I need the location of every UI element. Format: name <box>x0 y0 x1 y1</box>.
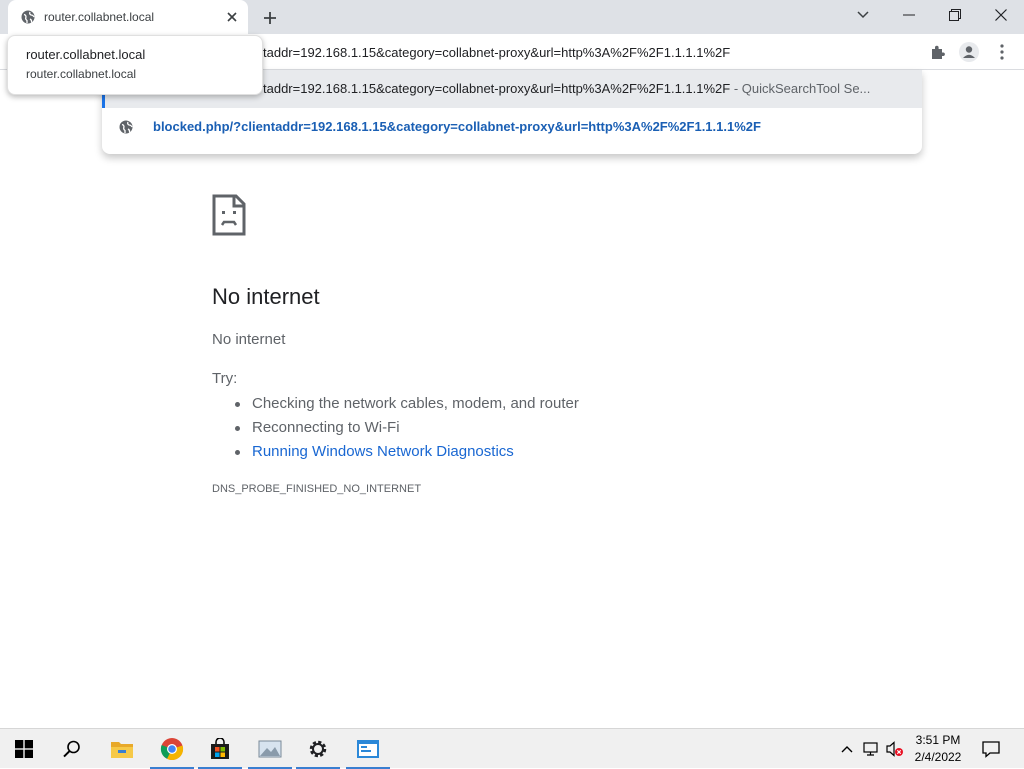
taskbar: 3:51 PM 2/4/2022 <box>0 728 1024 769</box>
taskbar-clock[interactable]: 3:51 PM 2/4/2022 <box>906 732 970 766</box>
list-item: Reconnecting to Wi-Fi <box>212 416 579 440</box>
store-button[interactable] <box>196 729 244 769</box>
omnibox-input[interactable]: tadd​r=192.168.1.15&category=collabnet-p… <box>263 45 730 60</box>
error-code: DNS_PROBE_FINISHED_NO_INTERNET <box>212 483 422 495</box>
store-icon <box>211 738 229 759</box>
suggestion-separator: - <box>730 81 742 96</box>
error-subtitle: No internet <box>212 331 286 348</box>
search-icon <box>63 740 80 758</box>
extensions-button[interactable] <box>927 41 949 63</box>
restore-button[interactable] <box>932 0 978 30</box>
chrome-taskbar-button[interactable] <box>148 729 196 769</box>
chrome-icon <box>160 738 184 761</box>
profile-button[interactable] <box>958 41 980 63</box>
restore-icon <box>949 9 961 21</box>
file-explorer-icon <box>111 742 133 758</box>
error-page: No internet No internet Try: Checking th… <box>0 71 1024 728</box>
hover-card-url: router.collabnet.local <box>26 67 137 81</box>
suggestion-text: blocked.php/?clientaddr=192.168.1.15&cat… <box>153 119 761 134</box>
image-viewer-icon <box>258 740 282 758</box>
network-diagnostics-link[interactable]: Running Windows Network Diagnostics <box>212 440 579 464</box>
minimize-icon <box>903 14 915 16</box>
close-icon[interactable] <box>224 9 240 25</box>
image-viewer-button[interactable] <box>246 729 294 769</box>
close-window-button[interactable] <box>978 0 1024 30</box>
try-label: Try: <box>212 370 238 387</box>
tab-search-button[interactable] <box>840 0 886 30</box>
tab-title: router.collabnet.local <box>44 10 155 24</box>
app-icon <box>357 740 379 758</box>
plus-icon <box>264 12 276 24</box>
puzzle-icon <box>932 45 945 59</box>
suggestions-list: Checking the network cables, modem, and … <box>212 392 579 464</box>
app-button[interactable] <box>344 729 392 769</box>
profile-icon <box>959 42 979 62</box>
notification-icon <box>982 741 1000 758</box>
suggestion-source: QuickSearchTool Se... <box>741 81 871 96</box>
new-tab-button[interactable] <box>259 7 281 29</box>
sad-page-icon <box>212 194 246 236</box>
chrome-menu-button[interactable] <box>991 41 1013 63</box>
search-button[interactable] <box>48 729 96 769</box>
tab-hover-card: router.collabnet.local router.collabnet.… <box>7 35 263 95</box>
more-vert-icon <box>1000 44 1004 60</box>
globe-icon <box>21 10 35 24</box>
windows-start-icon <box>15 740 33 758</box>
network-tray-button[interactable] <box>861 739 881 759</box>
suggestion-row[interactable]: blocked.php/?clientaddr=192.168.1.15&cat… <box>102 108 922 146</box>
settings-button[interactable] <box>294 729 342 769</box>
browser-tab[interactable]: router.collabnet.local <box>8 0 248 34</box>
minimize-button[interactable] <box>886 0 932 30</box>
show-hidden-icons-button[interactable] <box>837 739 857 759</box>
file-explorer-button[interactable] <box>98 729 146 769</box>
clock-date: 2/4/2022 <box>914 750 962 764</box>
chevron-up-icon <box>841 746 853 753</box>
tab-strip: router.collabnet.local <box>0 0 1024 34</box>
start-button[interactable] <box>0 729 48 769</box>
list-item: Checking the network cables, modem, and … <box>212 392 579 416</box>
error-title: No internet <box>212 284 320 309</box>
clock-time: 3:51 PM <box>915 733 961 747</box>
close-icon <box>995 9 1007 21</box>
volume-muted-icon <box>886 741 903 757</box>
network-icon <box>863 742 878 756</box>
volume-tray-button[interactable] <box>885 739 905 759</box>
globe-icon <box>119 120 133 134</box>
notifications-button[interactable] <box>981 739 1001 759</box>
hover-card-title: router.collabnet.local <box>26 47 146 62</box>
chevron-down-icon <box>857 11 869 19</box>
suggestion-text: tadd​r=192.168.1.15&category=collabnet-p… <box>263 81 731 96</box>
settings-icon <box>309 740 327 758</box>
